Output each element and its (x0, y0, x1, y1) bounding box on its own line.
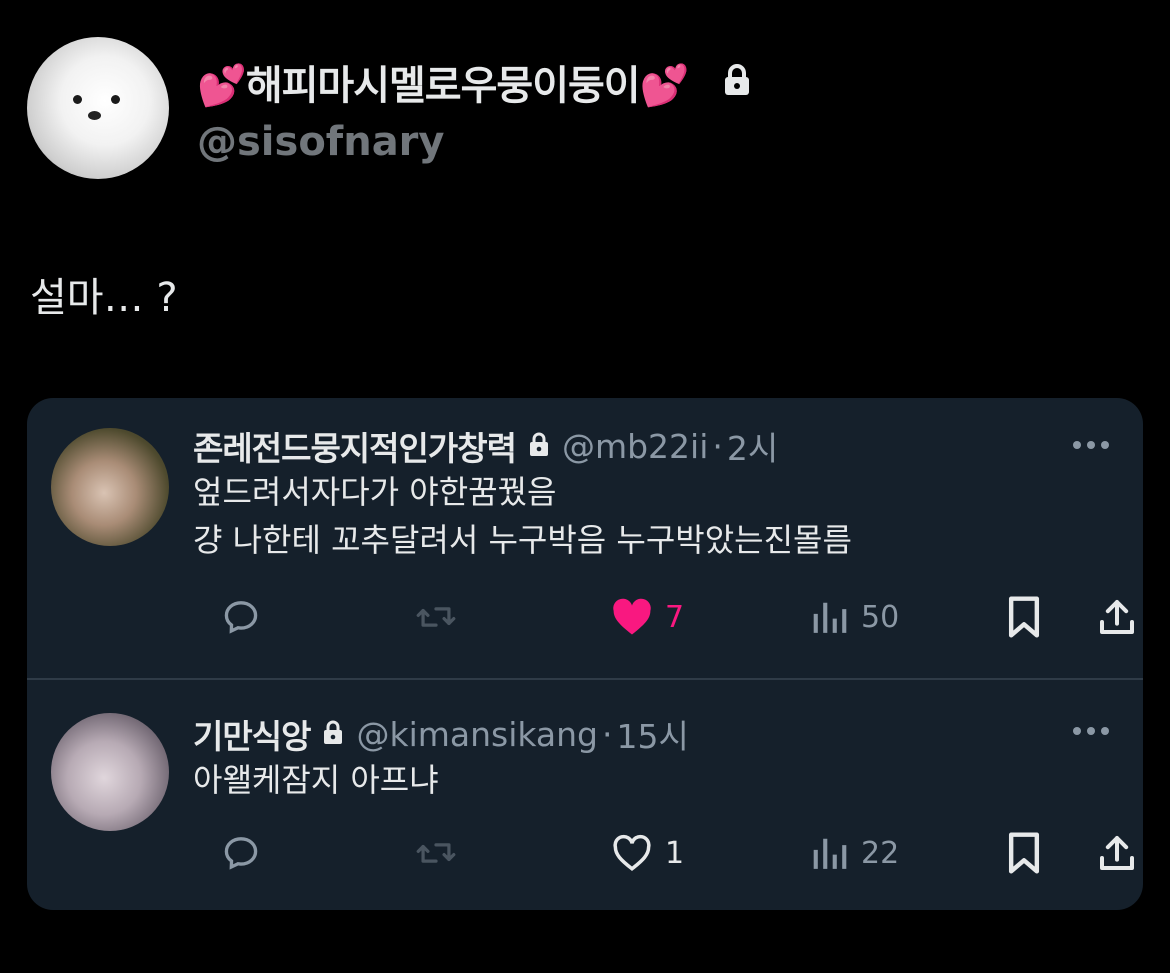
heart-emoji-right: 💕 (639, 63, 690, 109)
separator-dot: · (602, 714, 613, 754)
reply-avatar[interactable] (51, 713, 169, 831)
more-options-icon[interactable] (1073, 724, 1113, 738)
share-button[interactable] (1097, 828, 1137, 878)
author-name-text: 해피마시멜로우뭉이둥이 (245, 63, 641, 109)
avatar-eye (111, 95, 120, 104)
like-button[interactable]: 1 (611, 828, 684, 878)
reply-header: 기만식앙 @kimansikang · 15시 (193, 710, 689, 758)
retweet-icon (416, 843, 456, 863)
reply-text-line: 아왤케잠지 아프냐 (193, 761, 439, 799)
reply-actions: 1 22 (193, 828, 1134, 878)
heart-emoji-left: 💕 (197, 63, 247, 109)
author-name-row[interactable]: 💕해피마시멜로우뭉이둥이💕 (197, 53, 752, 111)
view-count: 22 (861, 835, 900, 871)
tweet-text: 설마… ? (30, 275, 178, 321)
bookmark-icon (1008, 832, 1040, 874)
share-icon (1100, 836, 1134, 870)
retweet-button[interactable] (415, 828, 457, 878)
protected-lock-icon (722, 63, 752, 101)
avatar-nose (88, 111, 101, 120)
reply-display-name[interactable]: 기만식앙 (193, 710, 311, 758)
avatar-eye (73, 95, 82, 104)
reply-button[interactable] (221, 828, 261, 878)
protected-lock-icon (322, 719, 344, 749)
heart-outline-icon (613, 834, 651, 871)
author-display-name[interactable]: 💕해피마시멜로우뭉이둥이💕 (197, 53, 690, 111)
reply-handle[interactable]: @kimansikang (356, 715, 598, 754)
reply-time[interactable]: 15시 (617, 710, 689, 758)
author-avatar[interactable] (27, 37, 169, 179)
reply-text: 아왤케잠지 아프냐 (193, 756, 439, 804)
author-handle[interactable]: @sisofnary (197, 119, 444, 165)
comment-icon (224, 837, 258, 870)
quoted-replies-card: 존레전드뭉지적인가창력 @mb22ii · 2시 엎드려서자다가 야한꿈꿨음 걍… (27, 398, 1143, 910)
views-button[interactable]: 22 (811, 828, 899, 878)
reply-item[interactable]: 기만식앙 @kimansikang · 15시 아왤케잠지 아프냐 1 22 (27, 398, 1143, 910)
like-count: 1 (665, 835, 685, 871)
analytics-icon (813, 838, 847, 869)
bookmark-button[interactable] (1005, 828, 1043, 878)
tweet-header: 💕해피마시멜로우뭉이둥이💕 @sisofnary (27, 37, 1127, 179)
